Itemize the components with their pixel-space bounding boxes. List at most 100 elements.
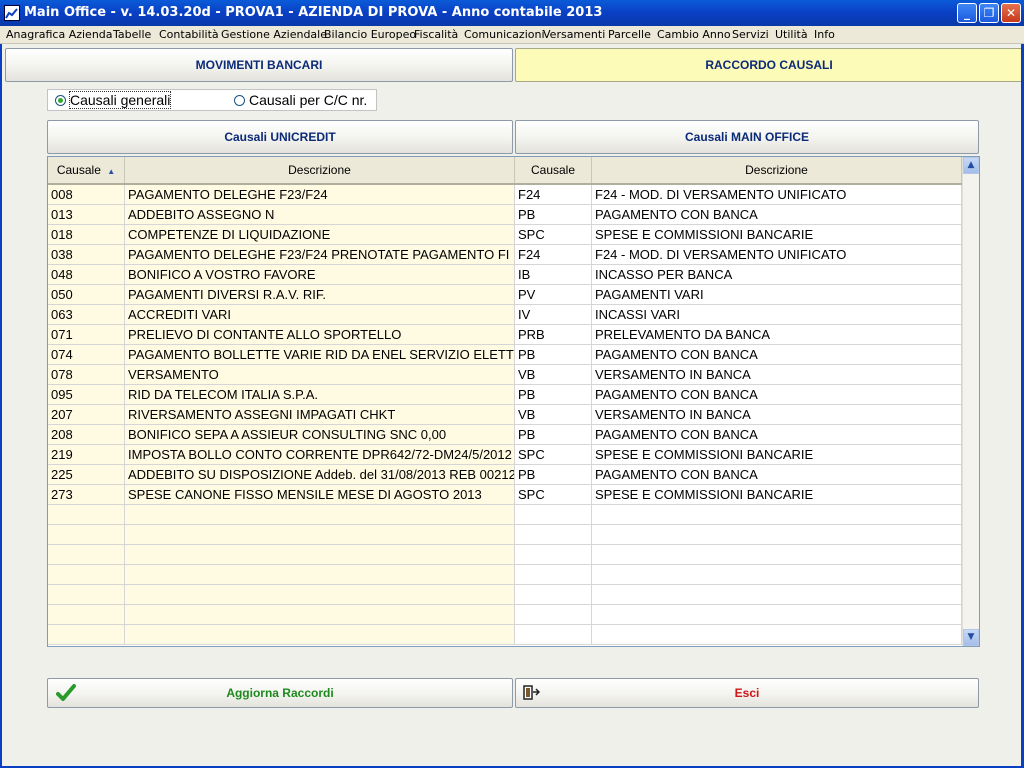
descrizione-unicredit-cell[interactable]: PRELIEVO DI CONTANTE ALLO SPORTELLO <box>125 325 515 344</box>
table-row[interactable]: 013 ADDEBITO ASSEGNO N PB PAGAMENTO CON BAN… <box>48 205 962 225</box>
table-row[interactable]: 074 PAGAMENTO BOLLETTE VARIE RID DA ENEL … <box>48 345 962 365</box>
menu-tabelle[interactable]: Tabelle <box>113 28 151 41</box>
causale-mainoffice-cell[interactable]: F24 <box>515 245 592 264</box>
empty-table-row[interactable] <box>48 585 962 605</box>
descrizione-unicredit-cell[interactable]: PAGAMENTI DIVERSI R.A.V. RIF. <box>125 285 515 304</box>
descrizione-mainoffice-cell[interactable]: VERSAMENTO IN BANCA <box>592 405 962 424</box>
empty-cell[interactable] <box>125 505 515 524</box>
causale-mainoffice-cell[interactable]: IB <box>515 265 592 284</box>
empty-cell[interactable] <box>125 525 515 544</box>
empty-cell[interactable] <box>125 545 515 564</box>
causali-main-office-button[interactable]: Causali MAIN OFFICE <box>515 120 979 154</box>
empty-cell[interactable] <box>515 625 592 644</box>
menu-contabilita[interactable]: Contabilità <box>159 28 219 41</box>
table-row[interactable]: 273 SPESE CANONE FISSO MENSILE MESE DI AG… <box>48 485 962 505</box>
causale-unicredit-cell[interactable]: 013 <box>48 205 125 224</box>
descrizione-unicredit-cell[interactable]: IMPOSTA BOLLO CONTO CORRENTE DPR642/72-D… <box>125 445 515 464</box>
tab-movimenti-bancari[interactable]: MOVIMENTI BANCARI <box>5 48 513 82</box>
descrizione-mainoffice-cell[interactable]: SPESE E COMMISSIONI BANCARIE <box>592 225 962 244</box>
empty-cell[interactable] <box>592 585 962 604</box>
causale-mainoffice-cell[interactable]: PB <box>515 205 592 224</box>
empty-cell[interactable] <box>592 545 962 564</box>
empty-table-row[interactable] <box>48 545 962 565</box>
causale-unicredit-cell[interactable]: 207 <box>48 405 125 424</box>
empty-cell[interactable] <box>125 585 515 604</box>
causale-mainoffice-cell[interactable]: PV <box>515 285 592 304</box>
header-descrizione-left[interactable]: Descrizione <box>125 157 515 183</box>
causale-unicredit-cell[interactable]: 095 <box>48 385 125 404</box>
causale-unicredit-cell[interactable]: 038 <box>48 245 125 264</box>
descrizione-unicredit-cell[interactable]: PAGAMENTO DELEGHE F23/F24 <box>125 185 515 204</box>
empty-cell[interactable] <box>48 565 125 584</box>
descrizione-unicredit-cell[interactable]: BONIFICO SEPA A ASSIEUR CONSULTING SNC 0… <box>125 425 515 444</box>
causale-unicredit-cell[interactable]: 225 <box>48 465 125 484</box>
causale-unicredit-cell[interactable]: 273 <box>48 485 125 504</box>
empty-cell[interactable] <box>48 545 125 564</box>
empty-cell[interactable] <box>592 525 962 544</box>
descrizione-unicredit-cell[interactable]: ADDEBITO SU DISPOSIZIONE Addeb. del 31/0… <box>125 465 515 484</box>
descrizione-mainoffice-cell[interactable]: PRELEVAMENTO DA BANCA <box>592 325 962 344</box>
table-row[interactable]: 207 RIVERSAMENTO ASSEGNI IMPAGATI CHKT VB V… <box>48 405 962 425</box>
aggiorna-raccordi-button[interactable]: Aggiorna Raccordi <box>47 678 513 708</box>
descrizione-mainoffice-cell[interactable]: INCASSO PER BANCA <box>592 265 962 284</box>
causale-mainoffice-cell[interactable]: SPC <box>515 445 592 464</box>
table-row[interactable]: 008 PAGAMENTO DELEGHE F23/F24 F24 F24 - MOD… <box>48 185 962 205</box>
descrizione-mainoffice-cell[interactable]: VERSAMENTO IN BANCA <box>592 365 962 384</box>
descrizione-unicredit-cell[interactable]: VERSAMENTO <box>125 365 515 384</box>
radio-causali-per-cc-label[interactable]: Causali per C/C nr. <box>249 92 367 108</box>
causale-mainoffice-cell[interactable]: PRB <box>515 325 592 344</box>
causale-unicredit-cell[interactable]: 008 <box>48 185 125 204</box>
causale-mainoffice-cell[interactable]: IV <box>515 305 592 324</box>
causale-unicredit-cell[interactable]: 219 <box>48 445 125 464</box>
causale-mainoffice-cell[interactable]: PB <box>515 345 592 364</box>
descrizione-mainoffice-cell[interactable]: PAGAMENTO CON BANCA <box>592 465 962 484</box>
restore-button[interactable]: ❐ <box>979 3 999 23</box>
descrizione-unicredit-cell[interactable]: BONIFICO A VOSTRO FAVORE <box>125 265 515 284</box>
empty-cell[interactable] <box>515 605 592 624</box>
empty-cell[interactable] <box>48 625 125 644</box>
table-row[interactable]: 095 RID DA TELECOM ITALIA S.P.A. PB PAGAMEN… <box>48 385 962 405</box>
menu-info[interactable]: Info <box>814 28 835 41</box>
menu-utilita[interactable]: Utilità <box>775 28 808 41</box>
radio-causali-per-cc[interactable] <box>234 95 245 106</box>
empty-table-row[interactable] <box>48 625 962 645</box>
header-causale-left[interactable]: Causale ▲ <box>48 157 125 183</box>
descrizione-mainoffice-cell[interactable]: F24 - MOD. DI VERSAMENTO UNIFICATO <box>592 245 962 264</box>
radio-causali-generali[interactable] <box>55 95 66 106</box>
header-causale-right[interactable]: Causale <box>515 157 592 183</box>
causale-mainoffice-cell[interactable]: PB <box>515 385 592 404</box>
empty-cell[interactable] <box>125 605 515 624</box>
descrizione-mainoffice-cell[interactable]: PAGAMENTO CON BANCA <box>592 345 962 364</box>
causale-mainoffice-cell[interactable]: SPC <box>515 225 592 244</box>
causale-mainoffice-cell[interactable]: F24 <box>515 185 592 204</box>
causale-mainoffice-cell[interactable]: PB <box>515 465 592 484</box>
table-row[interactable]: 018 COMPETENZE DI LIQUIDAZIONE SPC SPESE E … <box>48 225 962 245</box>
causale-unicredit-cell[interactable]: 018 <box>48 225 125 244</box>
scroll-down-arrow-icon[interactable]: ▼ <box>963 629 979 646</box>
menu-cambio-anno[interactable]: Cambio Anno <box>657 28 731 41</box>
descrizione-mainoffice-cell[interactable]: PAGAMENTO CON BANCA <box>592 425 962 444</box>
descrizione-mainoffice-cell[interactable]: PAGAMENTO CON BANCA <box>592 205 962 224</box>
menu-parcelle[interactable]: Parcelle <box>608 28 651 41</box>
empty-table-row[interactable] <box>48 505 962 525</box>
causale-unicredit-cell[interactable]: 050 <box>48 285 125 304</box>
menu-comunicazioni[interactable]: Comunicazioni <box>464 28 545 41</box>
table-row[interactable]: 078 VERSAMENTO VB VERSAMENTO IN BANCA <box>48 365 962 385</box>
empty-cell[interactable] <box>515 505 592 524</box>
table-row[interactable]: 048 BONIFICO A VOSTRO FAVORE IB INCASSO PER… <box>48 265 962 285</box>
causali-unicredit-button[interactable]: Causali UNICREDIT <box>47 120 513 154</box>
table-row[interactable]: 063 ACCREDITI VARI IV INCASSI VARI <box>48 305 962 325</box>
descrizione-unicredit-cell[interactable]: RIVERSAMENTO ASSEGNI IMPAGATI CHKT <box>125 405 515 424</box>
descrizione-unicredit-cell[interactable]: ADDEBITO ASSEGNO N <box>125 205 515 224</box>
empty-cell[interactable] <box>125 565 515 584</box>
causale-mainoffice-cell[interactable]: SPC <box>515 485 592 504</box>
menu-gestione-aziendale[interactable]: Gestione Aziendale <box>221 28 327 41</box>
table-row[interactable]: 219 IMPOSTA BOLLO CONTO CORRENTE DPR642/7… <box>48 445 962 465</box>
descrizione-unicredit-cell[interactable]: SPESE CANONE FISSO MENSILE MESE DI AGOST… <box>125 485 515 504</box>
descrizione-mainoffice-cell[interactable]: PAGAMENTI VARI <box>592 285 962 304</box>
causale-unicredit-cell[interactable]: 078 <box>48 365 125 384</box>
empty-cell[interactable] <box>515 525 592 544</box>
causale-mainoffice-cell[interactable]: PB <box>515 425 592 444</box>
menu-anagrafica-azienda[interactable]: Anagrafica Azienda <box>6 28 113 41</box>
vertical-scrollbar[interactable]: ▲ ▼ <box>962 157 979 646</box>
